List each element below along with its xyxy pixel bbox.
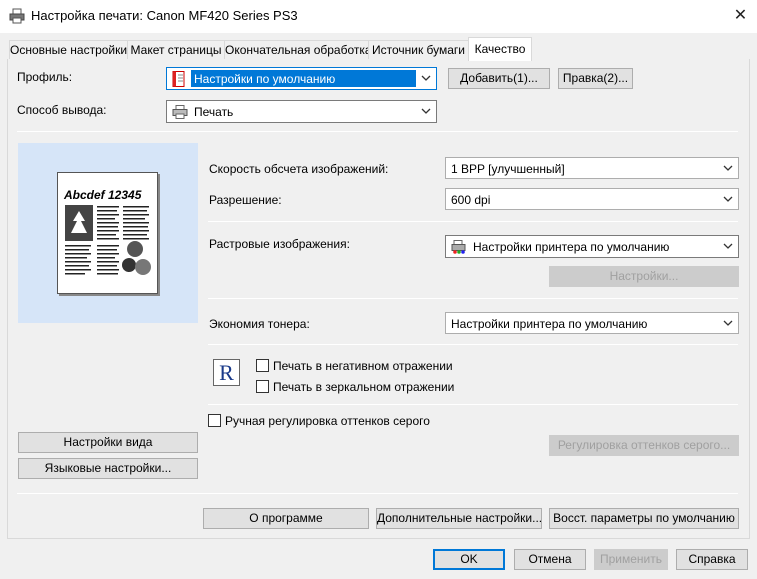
profile-label: Профиль: [17, 70, 73, 84]
printer-icon [172, 105, 188, 119]
window-title: Настройка печати: Canon MF420 Series PS3 [31, 8, 298, 23]
raster-icon [451, 240, 466, 254]
resolution-label: Разрешение: [209, 193, 282, 207]
language-settings-button[interactable]: Языковые настройки... [18, 458, 198, 479]
tab-layout[interactable]: Макет страницы [127, 40, 225, 60]
chevron-down-icon [421, 75, 431, 81]
tab-quality[interactable]: Качество [468, 37, 532, 61]
profile-value: Настройки по умолчанию [194, 72, 336, 86]
chevron-down-icon [723, 243, 733, 249]
mirror-label: Печать в зеркальном отражении [273, 380, 455, 394]
advanced-settings-button[interactable]: Дополнительные настройки... [376, 508, 542, 529]
separator [17, 131, 738, 132]
chevron-down-icon [723, 320, 733, 326]
tab-basic[interactable]: Основные настройки [9, 40, 128, 60]
cancel-button[interactable]: Отмена [514, 549, 586, 570]
toner-value: Настройки принтера по умолчанию [451, 317, 648, 331]
separator [208, 298, 738, 299]
output-value: Печать [194, 105, 234, 119]
separator [17, 493, 738, 494]
raster-label: Растровые изображения: [209, 237, 350, 251]
r-orientation-icon: R [213, 359, 240, 386]
negative-checkbox[interactable] [256, 359, 269, 372]
preview-sample-text: Abcdef 12345 [64, 188, 142, 202]
separator [208, 221, 738, 222]
chevron-down-icon [723, 196, 733, 202]
close-icon[interactable]: ✕ [724, 0, 757, 31]
toner-label: Экономия тонера: [209, 317, 310, 331]
separator [208, 344, 738, 345]
raster-value: Настройки принтера по умолчанию [473, 240, 670, 254]
separator [208, 404, 738, 405]
edit-profile-button[interactable]: Правка(2)... [558, 68, 633, 89]
add-profile-button[interactable]: Добавить(1)... [448, 68, 550, 89]
tab-finishing[interactable]: Окончательная обработка [224, 40, 372, 60]
raster-settings-button[interactable]: Настройки... [549, 266, 739, 287]
profile-icon [171, 71, 186, 87]
view-settings-button[interactable]: Настройки вида [18, 432, 198, 453]
tab-paper-source[interactable]: Источник бумаги [368, 40, 469, 60]
profile-select[interactable]: Настройки по умолчанию [166, 67, 437, 90]
scan-speed-value: 1 BPP [улучшенный] [451, 162, 565, 176]
help-button[interactable]: Справка [676, 549, 748, 570]
grayscale-adjust-button[interactable]: Регулировка оттенков серого... [549, 435, 739, 456]
grayscale-checkbox[interactable] [208, 414, 221, 427]
printer-icon [9, 8, 25, 24]
grayscale-label: Ручная регулировка оттенков серого [225, 414, 430, 428]
ok-button[interactable]: OK [433, 549, 505, 570]
output-select[interactable]: Печать [166, 100, 437, 123]
resolution-select[interactable]: 600 dpi [445, 188, 739, 210]
chevron-down-icon [421, 108, 431, 114]
apply-button[interactable]: Применить [594, 549, 668, 570]
scan-speed-select[interactable]: 1 BPP [улучшенный] [445, 157, 739, 179]
mirror-checkbox[interactable] [256, 380, 269, 393]
restore-defaults-button[interactable]: Восст. параметры по умолчанию [549, 508, 739, 529]
resolution-value: 600 dpi [451, 193, 491, 207]
raster-select[interactable]: Настройки принтера по умолчанию [445, 235, 739, 258]
scan-speed-label: Скорость обсчета изображений: [209, 162, 389, 176]
toner-select[interactable]: Настройки принтера по умолчанию [445, 312, 739, 334]
negative-label: Печать в негативном отражении [273, 359, 453, 373]
about-button[interactable]: О программе [203, 508, 369, 529]
output-label: Способ вывода: [17, 103, 107, 117]
preview-page-content [63, 203, 153, 285]
chevron-down-icon [723, 165, 733, 171]
